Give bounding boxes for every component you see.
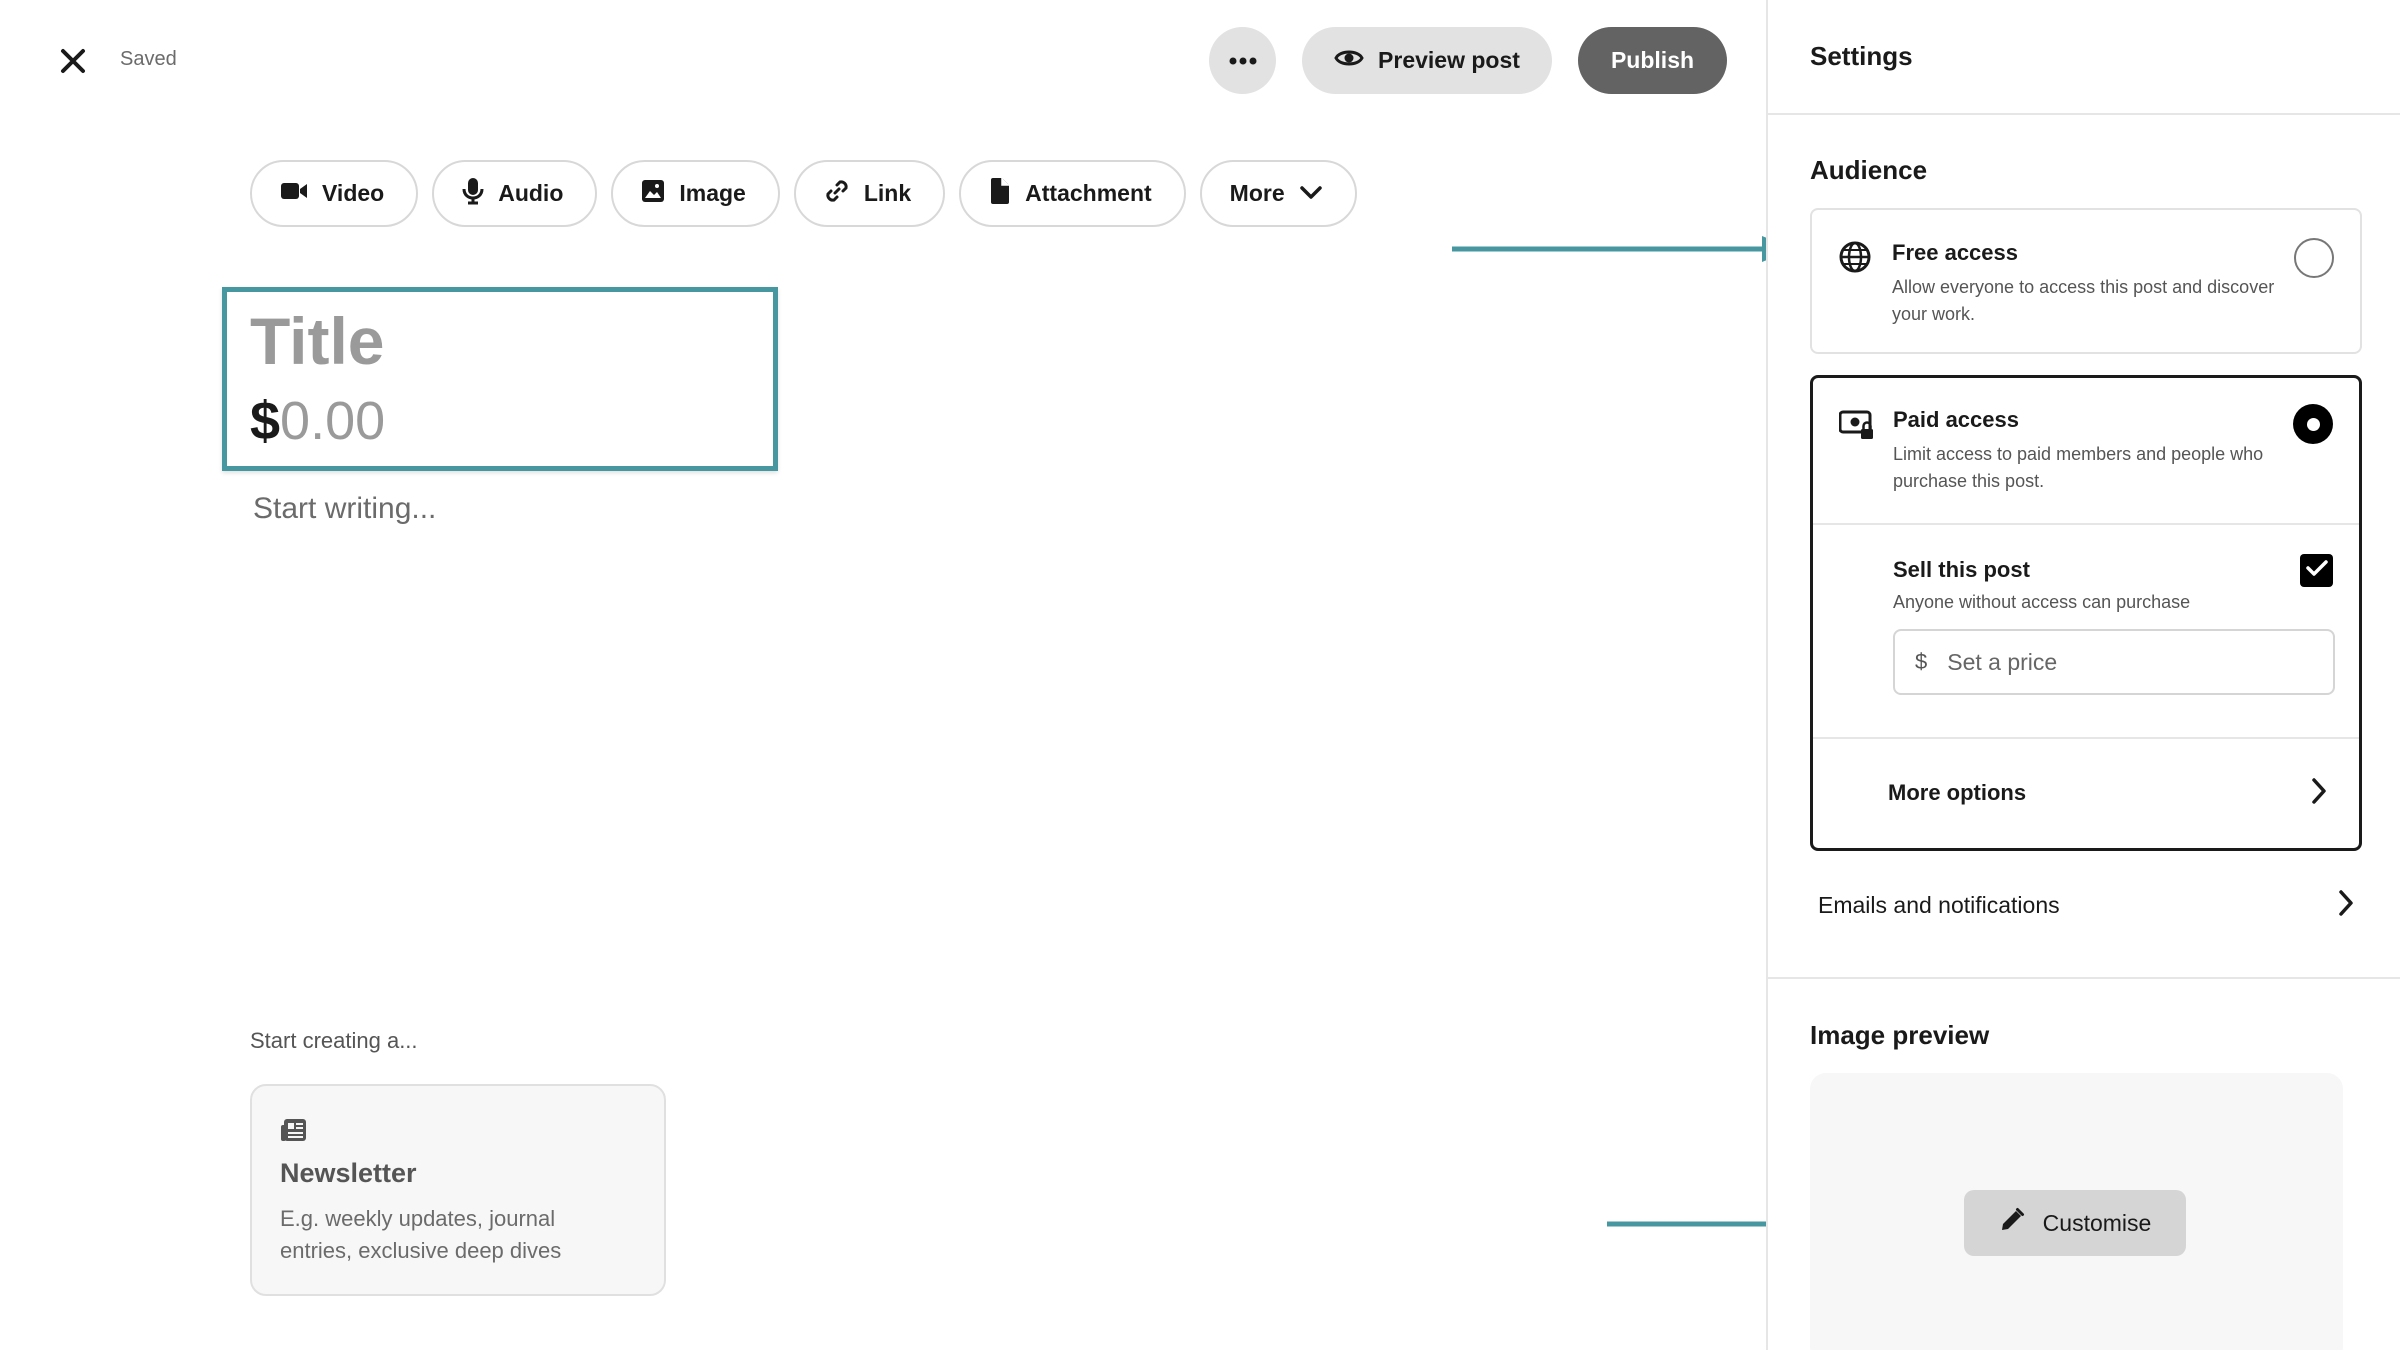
divider	[1768, 977, 2400, 979]
set-price-input[interactable]: $ Set a price	[1893, 629, 2335, 695]
free-access-radio[interactable]	[2294, 238, 2334, 278]
link-button[interactable]: Link	[793, 160, 946, 227]
customise-button[interactable]: Customise	[1964, 1190, 2186, 1256]
more-options-label: More options	[1888, 780, 2027, 805]
newspaper-icon	[280, 1116, 308, 1144]
video-camera-icon	[280, 180, 308, 207]
attachment-label: Attachment	[1025, 180, 1152, 206]
microphone-icon	[462, 177, 484, 211]
preview-post-button[interactable]: Preview post	[1302, 27, 1552, 94]
emails-notifications-label: Emails and notifications	[1818, 891, 2060, 918]
file-icon	[989, 177, 1011, 211]
sell-post-description: Anyone without access can purchase	[1893, 592, 2191, 612]
image-label: Image	[679, 180, 746, 206]
chevron-down-icon	[1299, 180, 1323, 207]
image-icon	[641, 179, 665, 209]
newsletter-template-card[interactable]: Newsletter E.g. weekly updates, journal …	[250, 1084, 666, 1296]
settings-panel: Settings Audience Free access Allow ever…	[1766, 0, 2400, 1350]
more-media-button[interactable]: More	[1199, 160, 1357, 227]
chevron-right-icon	[2311, 777, 2327, 810]
checkmark-icon	[2305, 559, 2328, 582]
price-placeholder: 0.00	[280, 391, 386, 451]
emails-notifications-row[interactable]: Emails and notifications	[1810, 870, 2362, 940]
paid-access-description: Limit access to paid members and people …	[1893, 444, 2264, 491]
link-label: Link	[863, 180, 912, 206]
free-access-title: Free access	[1892, 240, 2018, 265]
preview-post-label: Preview post	[1378, 47, 1520, 73]
globe-icon	[1838, 240, 1872, 274]
image-preview-heading: Image preview	[1810, 1020, 1990, 1050]
more-options-row[interactable]: More options	[1813, 738, 2359, 848]
post-editor: Saved Preview post Publish Video Audio I…	[0, 0, 1949, 1350]
close-icon[interactable]	[55, 43, 91, 79]
price-currency-symbol: $	[1915, 649, 1928, 674]
paid-access-title: Paid access	[1893, 407, 2019, 432]
divider	[1768, 113, 2400, 115]
more-actions-button[interactable]	[1209, 27, 1276, 94]
price-input[interactable]: $ 0.00	[250, 390, 385, 452]
title-input[interactable]: Title	[250, 303, 384, 379]
publish-button[interactable]: Publish	[1578, 27, 1727, 94]
attachment-button[interactable]: Attachment	[959, 160, 1186, 227]
link-icon	[824, 178, 850, 210]
free-access-option[interactable]: Free access Allow everyone to access thi…	[1810, 208, 2362, 354]
saved-status: Saved	[120, 48, 177, 70]
video-button[interactable]: Video	[250, 160, 419, 227]
newsletter-title: Newsletter	[280, 1158, 417, 1188]
chevron-right-icon	[2338, 889, 2354, 922]
divider	[1813, 523, 2359, 525]
body-editor[interactable]: Start writing...	[253, 492, 436, 526]
price-currency: $	[250, 391, 281, 451]
money-lock-icon	[1838, 407, 1873, 441]
video-label: Video	[322, 180, 385, 206]
sell-post-checkbox[interactable]	[2300, 554, 2333, 587]
pencil-icon	[1999, 1207, 2025, 1239]
free-access-description: Allow everyone to access this post and d…	[1892, 277, 2275, 324]
image-button[interactable]: Image	[611, 160, 780, 227]
media-toolbar: Video Audio Image Link Attachment More	[250, 160, 1357, 227]
annotation-arrow	[1452, 236, 1794, 262]
settings-title: Settings	[1810, 41, 1913, 71]
paid-access-radio[interactable]	[2293, 404, 2333, 444]
set-price-placeholder: Set a price	[1947, 648, 2058, 675]
audio-label: Audio	[498, 180, 564, 206]
newsletter-description: E.g. weekly updates, journal entries, ex…	[280, 1206, 562, 1263]
sell-post-title: Sell this post	[1893, 557, 2030, 582]
audience-heading: Audience	[1810, 155, 1928, 185]
templates-heading: Start creating a...	[250, 1028, 418, 1053]
ellipsis-icon	[1229, 52, 1257, 70]
paid-access-option: Paid access Limit access to paid members…	[1810, 375, 2362, 851]
eye-icon	[1334, 47, 1364, 75]
more-label: More	[1229, 180, 1285, 206]
customise-label: Customise	[2042, 1209, 2152, 1236]
audio-button[interactable]: Audio	[432, 160, 598, 227]
